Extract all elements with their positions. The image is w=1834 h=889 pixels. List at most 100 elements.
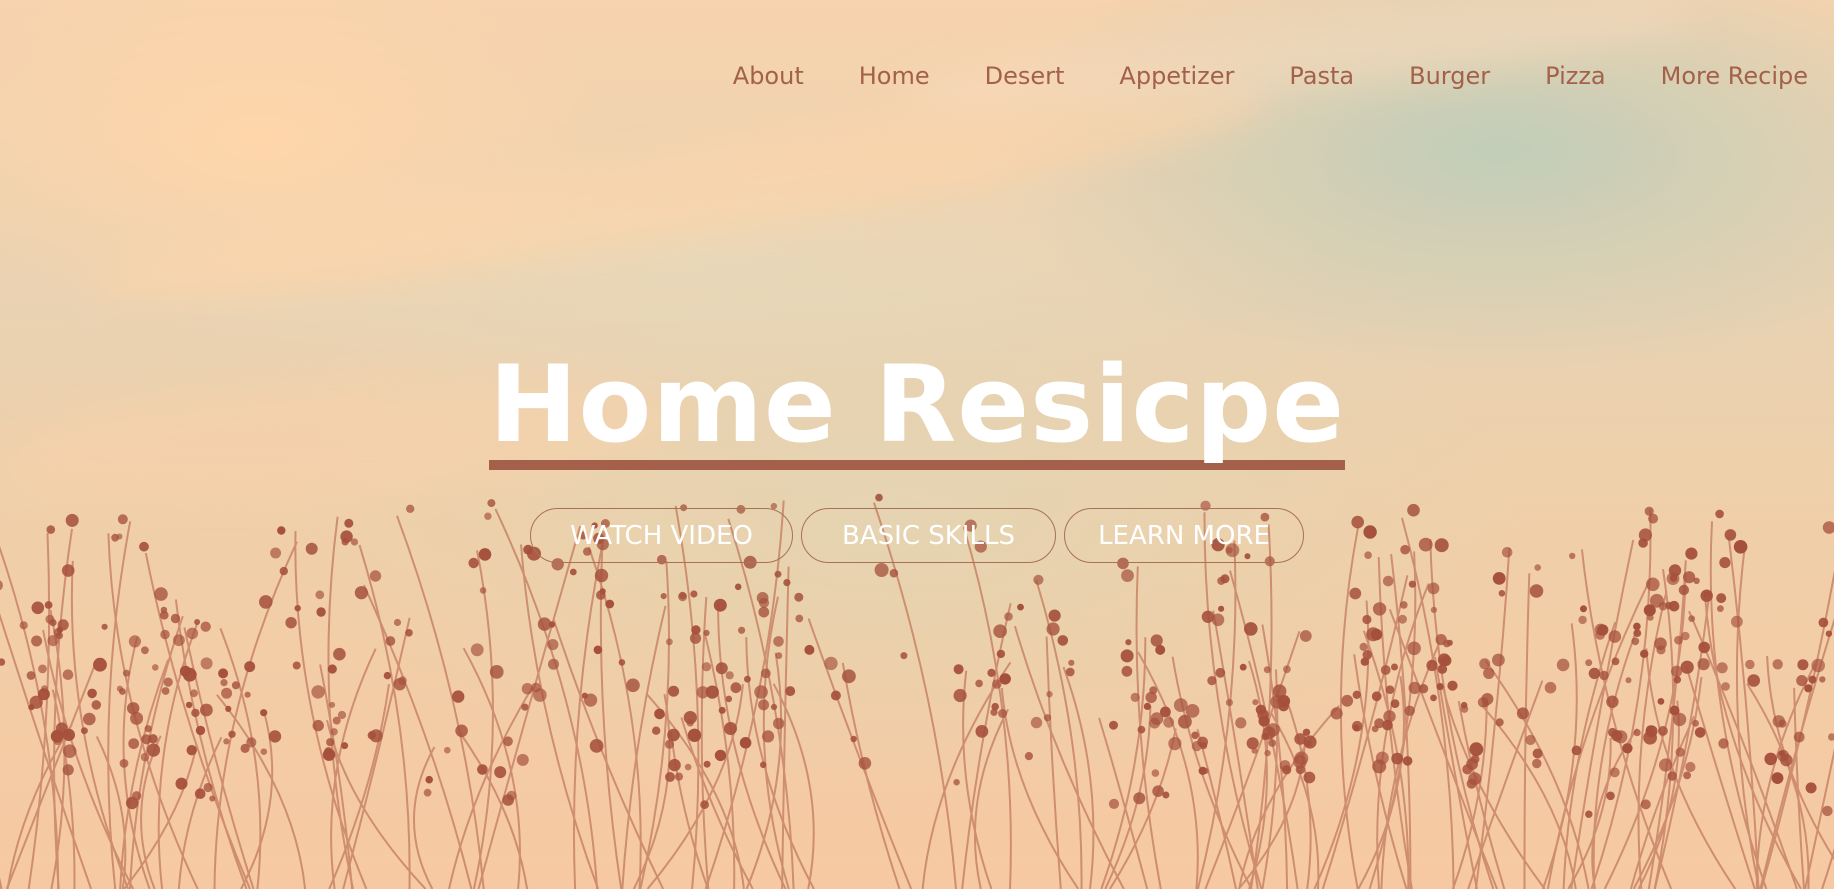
flower-bud [756, 592, 769, 604]
flower-bud [1279, 760, 1291, 771]
flower-bud [161, 687, 170, 695]
flower-bud [1446, 639, 1453, 646]
learn-more-button[interactable]: LEARN MORE [1064, 508, 1304, 563]
flower-bud [1797, 659, 1809, 671]
flower-stem [1709, 521, 1768, 889]
flower-bud [660, 593, 667, 600]
flower-bud [1436, 683, 1444, 691]
flower-bud [700, 800, 709, 810]
flower-bud [713, 598, 727, 612]
flower-bud [521, 703, 529, 711]
flower-bud [315, 590, 325, 600]
flower-bud [1640, 799, 1651, 810]
nav-item-more-recipe[interactable]: More Recipe [1661, 62, 1808, 90]
nav-item-about[interactable]: About [733, 62, 804, 90]
flower-bud [62, 744, 77, 758]
flower-bud [1675, 747, 1685, 757]
flower-bud [605, 599, 615, 609]
flower-bud [1516, 707, 1529, 720]
flower-bud [182, 667, 197, 682]
flower-bud [37, 688, 50, 701]
flower-bud [1683, 771, 1691, 780]
flower-bud [1065, 667, 1075, 677]
flower-bud [665, 772, 675, 782]
flower-bud [1427, 582, 1440, 595]
flower-bud [1151, 769, 1160, 777]
flower-bud [516, 753, 529, 766]
flower-bud [1764, 752, 1777, 766]
flower-bud [1697, 658, 1710, 671]
flower-bud [1239, 663, 1247, 671]
flower-stem [216, 694, 307, 889]
flower-stem [1590, 509, 1652, 889]
flower-stem [1196, 540, 1237, 889]
flower-bud [1822, 805, 1833, 817]
flower-bud [1371, 691, 1382, 702]
flower-bud [128, 738, 140, 749]
flower-bud [724, 722, 737, 735]
flower-bud [1178, 714, 1192, 729]
nav-item-burger[interactable]: Burger [1409, 62, 1490, 90]
flower-bud [268, 730, 282, 743]
nav-item-pasta[interactable]: Pasta [1289, 62, 1354, 90]
flower-bud [1483, 667, 1495, 679]
flower-bud [1571, 745, 1582, 756]
flower-bud [200, 703, 213, 717]
flower-bud [452, 690, 465, 703]
flower-bud [1683, 571, 1696, 584]
flower-bud [221, 687, 233, 699]
flower-bud [668, 685, 680, 697]
flower-bud [1149, 686, 1158, 695]
flower-bud [1532, 758, 1542, 769]
flower-bud [1418, 684, 1429, 694]
flower-bud [1534, 564, 1541, 571]
flower-stem [552, 619, 665, 889]
flower-bud [1669, 574, 1678, 582]
flower-stem [70, 560, 130, 889]
flower-bud [1207, 676, 1217, 686]
flower-bud [494, 766, 507, 779]
nav-item-home[interactable]: Home [859, 62, 930, 90]
flower-bud [1544, 681, 1557, 694]
flower-bud [385, 636, 396, 646]
flower-bud [1479, 658, 1491, 670]
flower-stem [396, 515, 485, 889]
flower-bud [0, 658, 6, 666]
nav-item-desert[interactable]: Desert [985, 62, 1065, 90]
flower-bud [1372, 602, 1387, 616]
flower-bud [667, 728, 680, 742]
flower-bud [774, 570, 782, 578]
nav-item-pizza[interactable]: Pizza [1545, 62, 1606, 90]
flower-bud [405, 629, 413, 637]
watch-video-button[interactable]: WATCH VIDEO [530, 508, 793, 563]
flower-bud [1640, 649, 1649, 658]
flower-stem [413, 746, 436, 889]
basic-skills-button[interactable]: BASIC SKILLS [801, 508, 1056, 563]
flower-bud [618, 659, 626, 666]
flower-bud [874, 563, 889, 577]
flower-bud [1819, 676, 1826, 683]
flower-bud [1268, 739, 1277, 747]
nav-item-appetizer[interactable]: Appetizer [1119, 62, 1234, 90]
flower-bud [1780, 753, 1793, 767]
flower-bud [175, 777, 188, 790]
flower-stem [358, 544, 411, 889]
flower-bud [38, 664, 47, 674]
flower-bud [589, 739, 604, 753]
flower-bud [1391, 663, 1398, 671]
flower-bud [1772, 715, 1786, 728]
flower-bud [1382, 575, 1394, 587]
flower-bud [203, 782, 213, 793]
flower-bud [690, 590, 698, 598]
flower-bud [1716, 662, 1728, 674]
flower-bud [987, 668, 996, 677]
flower-bud [131, 791, 142, 801]
flower-bud [1622, 743, 1633, 754]
flower-bud [1680, 660, 1694, 674]
flower-bud [1244, 622, 1258, 636]
flower-bud [1390, 699, 1400, 709]
flower-bud [1372, 759, 1387, 774]
flower-bud [1681, 631, 1690, 641]
flower-bud [1731, 615, 1743, 628]
flower-bud [489, 665, 504, 679]
